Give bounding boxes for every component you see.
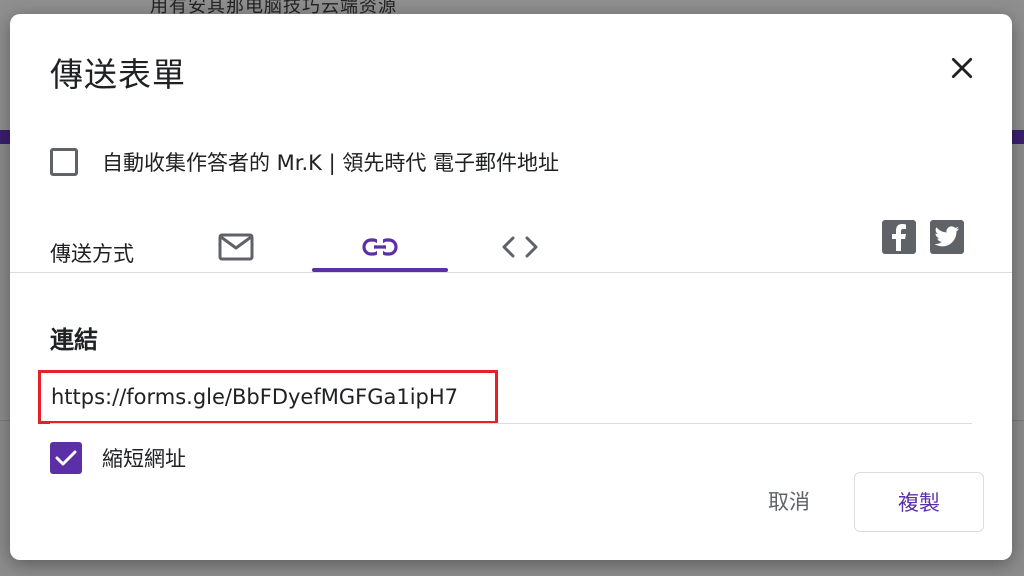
tab-embed[interactable] — [480, 218, 560, 276]
link-url-field[interactable]: https://forms.gle/BbFDyefMGFGa1ipH7 — [38, 370, 498, 424]
copy-button[interactable]: 複製 — [854, 472, 984, 532]
collect-email-label: 自動收集作答者的 Mr.K | 領先時代 電子郵件地址 — [102, 151, 560, 175]
share-twitter-button[interactable] — [930, 220, 964, 254]
link-field-underline — [50, 423, 972, 424]
cancel-button[interactable]: 取消 — [754, 476, 824, 526]
mail-icon — [218, 233, 254, 261]
send-form-dialog: 傳送表單 自動收集作答者的 Mr.K | 領先時代 電子郵件地址 傳送方式 連結… — [10, 14, 1012, 560]
tab-email[interactable] — [196, 218, 276, 276]
collect-email-checkbox[interactable] — [50, 148, 78, 176]
shorten-url-label: 縮短網址 — [102, 447, 186, 471]
share-facebook-button[interactable] — [882, 220, 916, 254]
code-icon — [502, 236, 538, 258]
shorten-url-checkbox[interactable] — [50, 442, 82, 474]
link-section-title: 連結 — [50, 326, 98, 354]
check-icon — [55, 450, 77, 466]
link-icon — [362, 238, 398, 256]
close-icon — [951, 57, 973, 79]
collect-email-row[interactable]: 自動收集作答者的 Mr.K | 領先時代 電子郵件地址 — [50, 142, 559, 182]
dialog-title: 傳送表單 — [50, 55, 186, 94]
close-button[interactable] — [940, 46, 984, 90]
twitter-icon — [934, 226, 959, 247]
send-via-label: 傳送方式 — [50, 242, 134, 266]
shorten-url-row[interactable]: 縮短網址 — [50, 438, 186, 478]
facebook-icon — [892, 224, 906, 251]
tabs-divider — [10, 272, 1012, 273]
link-url-text: https://forms.gle/BbFDyefMGFGa1ipH7 — [51, 385, 459, 409]
